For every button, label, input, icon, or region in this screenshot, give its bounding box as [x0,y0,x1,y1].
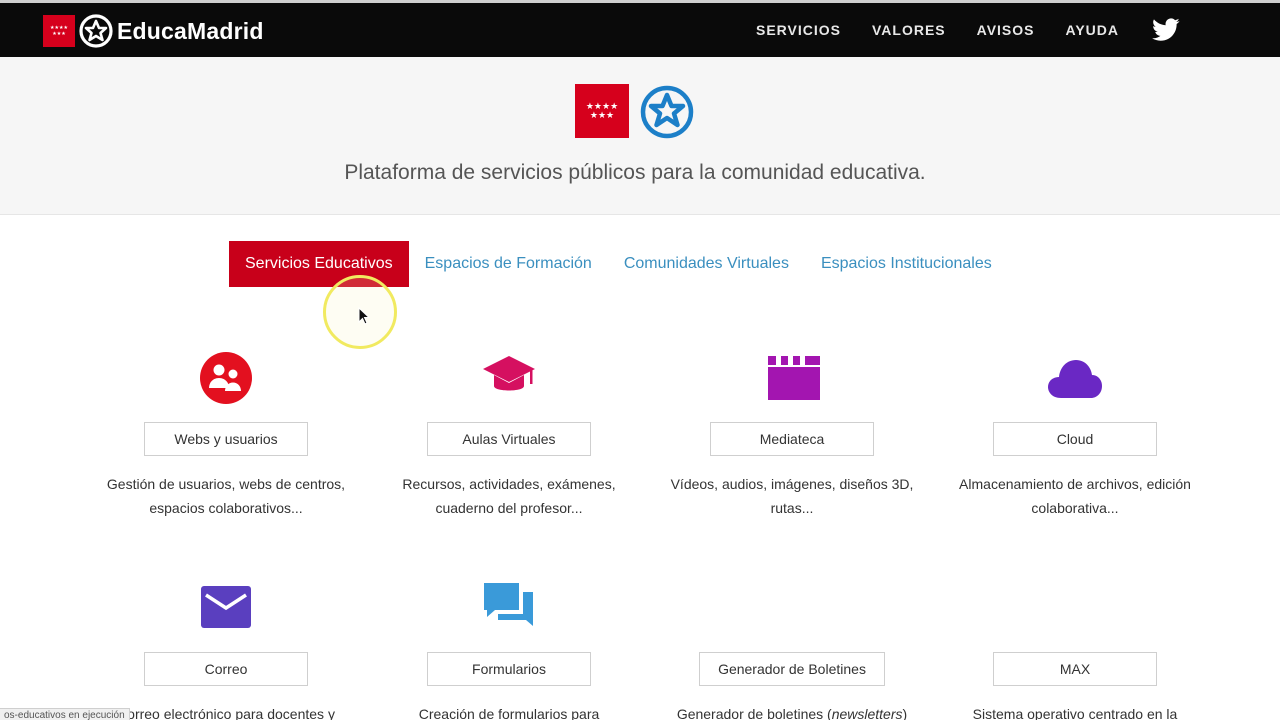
users-circle-icon [200,352,252,404]
tab-espacios-institucionales[interactable]: Espacios Institucionales [805,241,1008,287]
aulas-virtuales-description: Recursos, actividades, exámenes, cuadern… [402,476,616,516]
service-webs-usuarios: Webs y usuarios Gestión de usuarios, web… [96,350,356,530]
twitter-icon[interactable] [1152,18,1180,42]
browser-status-bar: os-educativos en ejecución [0,708,130,720]
top-navbar: ★★★★ ★★★ EducaMadrid SERVICIOS VALORES AV… [0,0,1280,57]
brand-link[interactable]: ★★★★ ★★★ EducaMadrid [43,14,264,48]
service-max: MAX Sistema operativo centrado en la [945,580,1205,720]
tab-servicios-educativos[interactable]: Servicios Educativos [229,241,409,287]
tagline: Plataforma de servicios públicos para la… [344,161,926,184]
service-correo: Correo Correo electrónico para docentes … [96,580,356,720]
generador-boletines-button[interactable]: Generador de Boletines [699,652,885,686]
madrid-flag-large-icon: ★★★★ ★★★ [575,84,629,138]
mouse-cursor-icon [358,307,370,325]
cloud-icon [1048,360,1102,398]
mediateca-button[interactable]: Mediateca [710,422,874,456]
madrid-flag-icon: ★★★★ ★★★ [43,15,75,47]
correo-button[interactable]: Correo [144,652,308,686]
brand-name: EducaMadrid [117,17,264,44]
hero-banner: ★★★★ ★★★ Plataforma de servicios públicos… [0,57,1280,215]
webs-usuarios-button[interactable]: Webs y usuarios [144,422,308,456]
chat-bubbles-icon [484,583,533,626]
mediateca-description: Vídeos, audios, imágenes, diseños 3D, ru… [670,476,914,516]
nav-avisos[interactable]: AVISOS [977,22,1035,38]
service-generador-boletines: Generador de Boletines Generador de bole… [662,580,922,720]
service-aulas-virtuales: Aulas Virtuales Recursos, actividades, e… [379,350,639,530]
clapperboard-icon [768,356,820,400]
educamadrid-logo-icon [79,14,113,48]
generador-boletines-description: Generador de boletines (newsletters) [676,706,908,720]
educamadrid-star-logo-icon [640,85,694,139]
tab-espacios-formacion[interactable]: Espacios de Formación [409,241,608,287]
graduation-cap-icon [483,356,535,391]
tab-comunidades-virtuales[interactable]: Comunidades Virtuales [608,241,805,287]
nav-ayuda[interactable]: AYUDA [1066,22,1120,38]
service-cloud: Cloud Almacenamiento de archivos, edició… [945,350,1205,530]
main-nav: SERVICIOS VALORES AVISOS AYUDA [756,3,1280,57]
envelope-icon [201,586,251,628]
max-description: Sistema operativo centrado en la [972,706,1178,720]
nav-servicios[interactable]: SERVICIOS [756,22,841,38]
aulas-virtuales-button[interactable]: Aulas Virtuales [427,422,591,456]
cloud-description: Almacenamiento de archivos, edición cola… [959,476,1191,516]
formularios-description: Creación de formularios para [418,706,600,720]
formularios-button[interactable]: Formularios [427,652,591,686]
max-button[interactable]: MAX [993,652,1157,686]
webs-usuarios-description: Gestión de usuarios, webs de centros, es… [106,476,346,516]
correo-description: Correo electrónico para docentes y [117,706,335,720]
nav-valores[interactable]: VALORES [872,22,946,38]
cloud-button[interactable]: Cloud [993,422,1157,456]
service-formularios: Formularios Creación de formularios para [379,580,639,720]
service-mediateca: Mediateca Vídeos, audios, imágenes, dise… [662,350,922,530]
